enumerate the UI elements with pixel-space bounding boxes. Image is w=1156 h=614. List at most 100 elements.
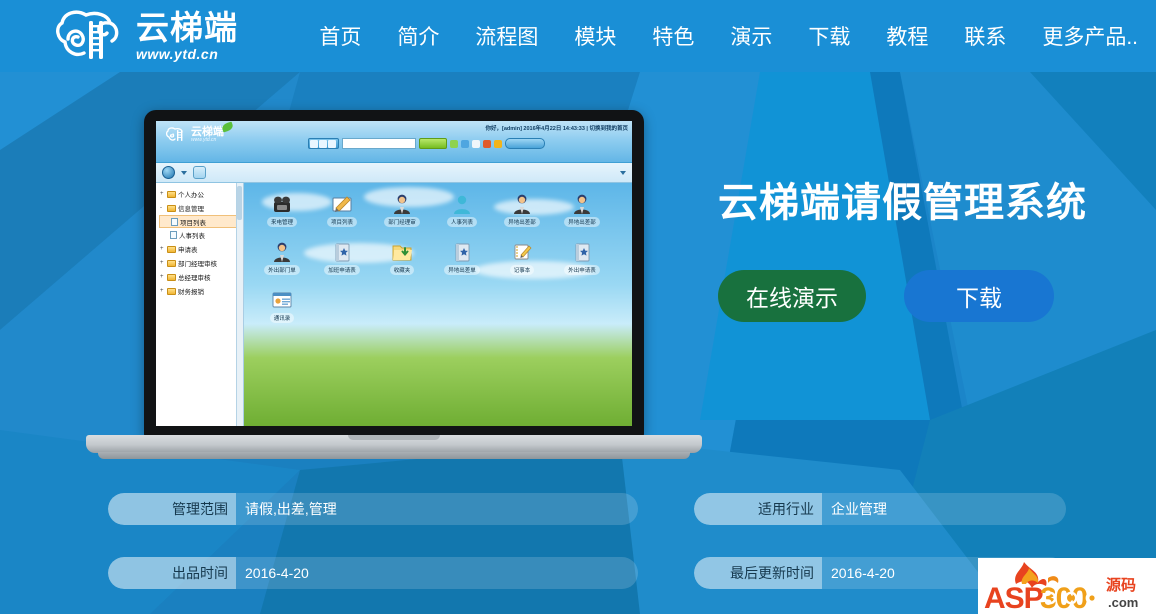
desktop-icon-8[interactable]: 收藏夹 — [372, 241, 432, 289]
asp300-watermark[interactable]: ASP 300 源码 .com — [978, 558, 1156, 614]
hero-section: 云梯端请假管理系统 在线演示 下载 — [718, 180, 1138, 322]
tree-scrollbar[interactable] — [236, 183, 243, 426]
desktop-icon-5[interactable]: 异地出差部 — [552, 193, 612, 241]
toolbar-link-note[interactable] — [483, 139, 491, 148]
nav-demo[interactable]: 演示 — [712, 21, 790, 51]
tree-label: 项目列表 — [180, 219, 206, 227]
brand-logo[interactable]: 云梯端 www.ytd.cn — [0, 0, 287, 72]
expander-icon[interactable]: + — [160, 274, 165, 280]
nav-more-products[interactable]: 更多产品.. — [1024, 21, 1156, 51]
desktop-icon-11[interactable]: 外出申请表 — [552, 241, 612, 289]
info-value-updated: 2016-4-20 — [831, 565, 895, 581]
desktop-icon-7[interactable]: 加班申请表 — [312, 241, 372, 289]
nav-intro[interactable]: 简介 — [379, 21, 457, 51]
home-icon — [310, 139, 318, 148]
nav-home[interactable]: 首页 — [301, 21, 379, 51]
tree-item-5[interactable]: + 部门经理审核 — [159, 256, 243, 270]
nav-download[interactable]: 下载 — [790, 21, 868, 51]
page-title: 云梯端请假管理系统 — [718, 181, 1087, 225]
desktop-icon-0[interactable]: 来电管理 — [252, 193, 312, 241]
laptop-mockup: 云梯端 www.ytd.cn 你好，[admin] 2016年4月22日 14:… — [86, 110, 702, 460]
user-tie-icon — [391, 193, 413, 215]
tree-item-1[interactable]: - 信息管理 — [159, 201, 243, 215]
desktop-icon-label: 来电管理 — [266, 217, 297, 227]
tree-label: 信息管理 — [178, 206, 204, 213]
desktop-icon-label: 通讯录 — [269, 313, 295, 323]
desktop-icon-label: 项目列表 — [326, 217, 357, 227]
folder-icon — [167, 245, 176, 253]
back-circle-icon[interactable] — [162, 166, 175, 179]
user-tie-icon — [271, 241, 293, 263]
desktop-icon-label: 收藏夹 — [389, 265, 415, 275]
brand-name: 云梯端 — [136, 9, 238, 46]
contacts-window-icon — [271, 289, 293, 311]
nav-menu: 首页 简介 流程图 模块 特色 演示 下载 教程 联系 更多产品.. — [287, 21, 1156, 51]
online-demo-button[interactable]: 在线演示 — [718, 270, 866, 322]
top-navbar: 云梯端 www.ytd.cn 首页 简介 流程图 模块 特色 演示 下载 教程 … — [0, 0, 1156, 72]
nav-contact[interactable]: 联系 — [946, 21, 1024, 51]
desktop-icon-4[interactable]: 异地出差部 — [492, 193, 552, 241]
toolbar-link-calendar[interactable] — [472, 139, 480, 148]
info-label-release: 出品时间 — [108, 557, 236, 589]
brand-url: www.ytd.cn — [136, 46, 219, 62]
expander-icon[interactable]: + — [160, 246, 165, 252]
tree-label: 财务报销 — [178, 289, 204, 296]
nav-features[interactable]: 特色 — [634, 21, 712, 51]
chevron-down-icon[interactable] — [181, 170, 187, 175]
search-input[interactable] — [342, 138, 416, 149]
app-userbar: 你好，[admin] 2016年4月22日 14:43:33 | 切换到我的首页 — [486, 124, 628, 132]
desktop-icon-1[interactable]: 项目列表 — [312, 193, 372, 241]
tree-item-2[interactable]: 项目列表 — [159, 215, 243, 228]
toolbar-link-favorite[interactable] — [494, 139, 502, 148]
chevron-down-icon-right[interactable] — [620, 170, 626, 175]
app-header: 云梯端 www.ytd.cn 你好，[admin] 2016年4月22日 14:… — [156, 121, 632, 163]
expander-icon[interactable]: + — [160, 288, 165, 294]
home-button[interactable] — [308, 138, 339, 149]
toolbar-link-qq[interactable] — [461, 139, 469, 148]
download-button[interactable]: 下载 — [904, 270, 1054, 322]
star-icon — [494, 139, 502, 148]
tree-item-3[interactable]: 人事列表 — [159, 228, 243, 242]
svg-text:源码: 源码 — [1106, 576, 1136, 594]
forward-icon — [328, 139, 336, 148]
expander-icon[interactable]: + — [160, 260, 165, 266]
book-star-icon — [331, 241, 353, 263]
app-cloud-logo-icon — [165, 126, 188, 143]
tree-label: 申请表 — [178, 247, 198, 254]
refresh-icon[interactable] — [193, 166, 206, 179]
tree-item-7[interactable]: + 财务报销 — [159, 284, 243, 298]
desktop-icon-3[interactable]: 人事列表 — [432, 193, 492, 241]
desktop-icon-9[interactable]: 异地出差单 — [432, 241, 492, 289]
tree-label: 人事列表 — [179, 233, 205, 240]
nav-flowchart[interactable]: 流程图 — [457, 21, 556, 51]
leaf-icon — [221, 121, 234, 133]
tree-scroll-thumb[interactable] — [237, 186, 242, 220]
expander-icon[interactable]: + — [160, 191, 165, 197]
qq-icon — [461, 139, 469, 148]
svg-text:ASP: ASP — [984, 582, 1043, 614]
desktop-icon-label: 异地出差部 — [564, 217, 600, 227]
toolbar-link-mail[interactable] — [450, 139, 458, 148]
tree-item-4[interactable]: + 申请表 — [159, 242, 243, 256]
desktop-icon-label: 人事列表 — [446, 217, 477, 227]
tree-label: 个人办公 — [178, 192, 204, 199]
info-bar-scope: 管理范围 请假,出差,管理 — [108, 493, 638, 525]
mail-icon — [450, 139, 458, 148]
document-icon — [171, 217, 178, 226]
app-screenshot: 云梯端 www.ytd.cn 你好，[admin] 2016年4月22日 14:… — [156, 121, 632, 426]
workbench-button[interactable] — [505, 138, 545, 149]
tree-label: 总经理审核 — [178, 275, 211, 282]
expander-icon[interactable]: - — [160, 205, 165, 211]
tree-item-0[interactable]: + 个人办公 — [159, 187, 243, 201]
nav-modules[interactable]: 模块 — [556, 21, 634, 51]
laptop-foot — [98, 452, 690, 459]
info-label-updated: 最后更新时间 — [694, 557, 822, 589]
search-button[interactable] — [419, 138, 447, 149]
desktop-icon-grid: 来电管理 项目列表 部门经理审 人事列表 异地出差部 异地出差部 外出部门单 加… — [252, 193, 612, 337]
desktop-icon-2[interactable]: 部门经理审 — [372, 193, 432, 241]
desktop-icon-10[interactable]: 记事本 — [492, 241, 552, 289]
tree-item-6[interactable]: + 总经理审核 — [159, 270, 243, 284]
desktop-icon-6[interactable]: 外出部门单 — [252, 241, 312, 289]
desktop-icon-12[interactable]: 通讯录 — [252, 289, 312, 337]
nav-tutorial[interactable]: 教程 — [868, 21, 946, 51]
